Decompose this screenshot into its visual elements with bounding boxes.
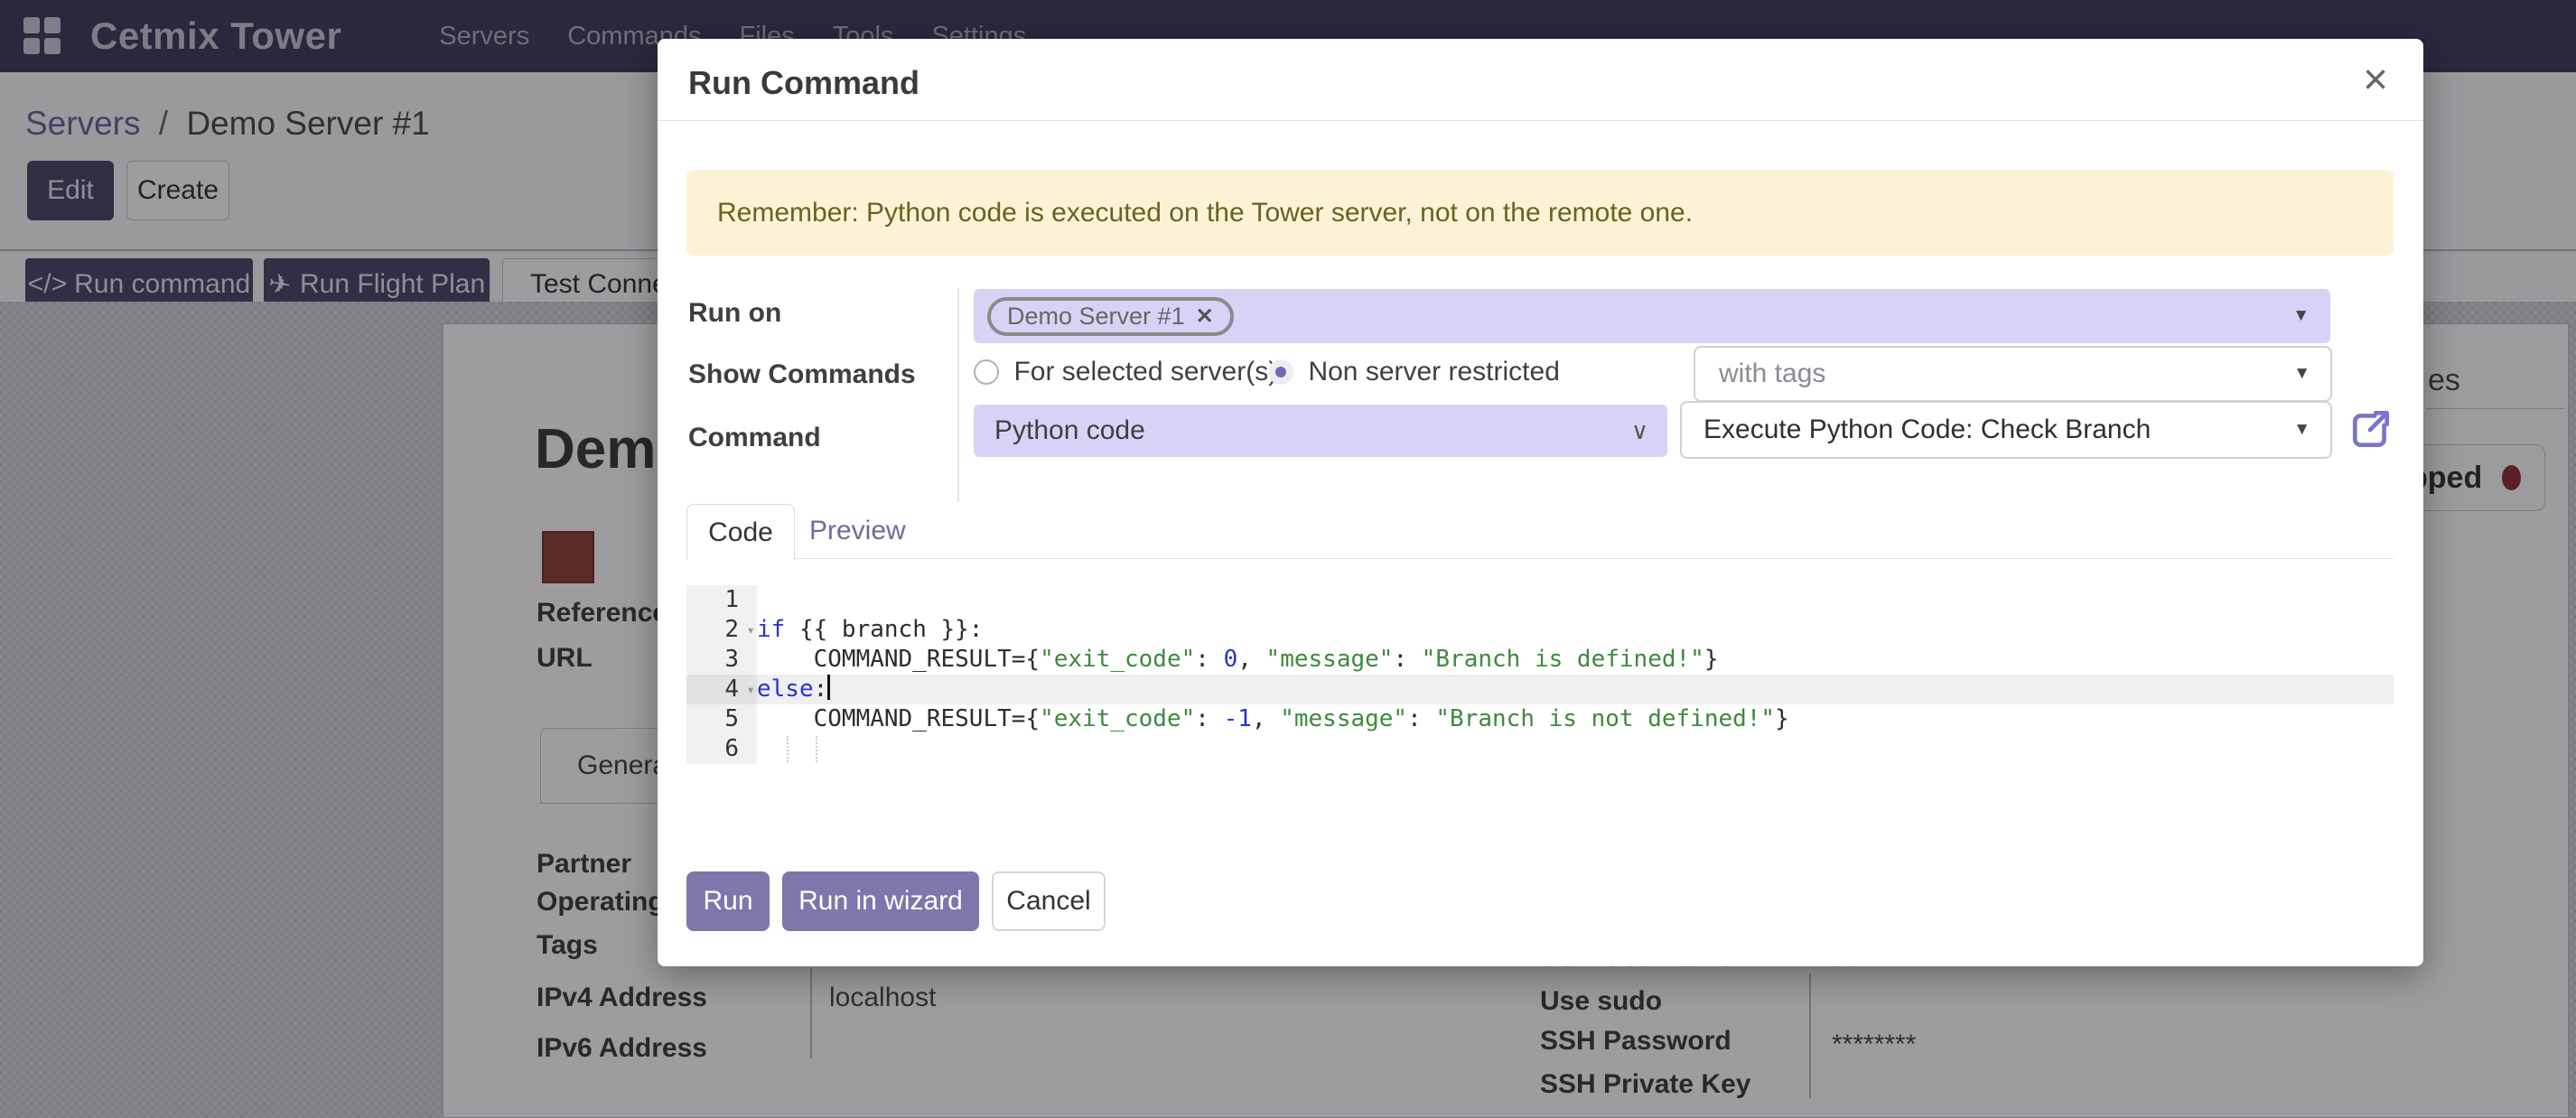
modal-header-divider: [658, 120, 2423, 121]
radio-for-selected-servers[interactable]: For selected server(s): [974, 357, 1277, 387]
modal-title: Run Command: [688, 64, 919, 102]
run-in-wizard-button[interactable]: Run in wizard: [782, 871, 979, 931]
code-line-1[interactable]: 1: [686, 585, 2394, 615]
chevron-down-icon: ▼: [2292, 306, 2329, 326]
line-number: 1: [686, 585, 757, 615]
code-line-2[interactable]: 2▾if {{ branch }}:: [686, 615, 2394, 645]
tabs-bottom-border: [793, 558, 2394, 559]
tab-code[interactable]: Code: [686, 504, 795, 560]
line-number: 3: [686, 645, 757, 675]
run-on-select[interactable]: Demo Server #1 ✕ ▼: [974, 289, 2330, 343]
run-button[interactable]: Run: [686, 871, 770, 931]
external-link-icon[interactable]: [2348, 406, 2394, 452]
radio-off-icon[interactable]: [974, 359, 999, 385]
run-command-modal: Run Command × Remember: Python code is e…: [658, 39, 2423, 966]
command-type-select[interactable]: Python code ∨: [974, 405, 1667, 457]
close-icon[interactable]: ×: [2363, 55, 2388, 105]
code-line-6[interactable]: 6: [686, 734, 2394, 764]
code-editor[interactable]: 12▾if {{ branch }}:3 COMMAND_RESULT={"ex…: [686, 585, 2394, 764]
with-tags-select[interactable]: with tags ▼: [1694, 346, 2332, 402]
fold-arrow-icon[interactable]: ▾: [746, 675, 755, 704]
text-cursor: [827, 675, 830, 700]
chevron-down-icon: ∨: [1631, 417, 1666, 445]
tab-preview[interactable]: Preview: [809, 516, 906, 546]
command-select[interactable]: Execute Python Code: Check Branch ▼: [1680, 401, 2332, 459]
run-on-label: Run on: [688, 298, 781, 329]
cancel-button[interactable]: Cancel: [992, 871, 1106, 931]
line-number: 6: [686, 734, 757, 764]
fold-arrow-icon[interactable]: ▾: [746, 615, 755, 645]
code-line-5[interactable]: 5 COMMAND_RESULT={"exit_code": -1, "mess…: [686, 704, 2394, 734]
indent-guide: [816, 736, 817, 762]
chevron-down-icon: ▼: [2293, 420, 2330, 440]
radio-on-icon[interactable]: [1268, 359, 1293, 385]
command-label: Command: [688, 423, 821, 453]
line-number: 2▾: [686, 615, 757, 645]
line-number: 4▾: [686, 675, 757, 704]
show-commands-label: Show Commands: [688, 359, 916, 390]
label-column-divider: [957, 288, 959, 501]
indent-guide: [787, 736, 789, 762]
chevron-down-icon: ▼: [2293, 364, 2330, 384]
server-tag-pill: Demo Server #1 ✕: [987, 297, 1234, 336]
line-number: 5: [686, 704, 757, 734]
radio-non-server-restricted[interactable]: Non server restricted: [1268, 357, 1560, 387]
code-line-4[interactable]: 4▾else:: [686, 675, 2394, 704]
python-warning-alert: Remember: Python code is executed on the…: [686, 170, 2394, 256]
code-line-3[interactable]: 3 COMMAND_RESULT={"exit_code": 0, "messa…: [686, 645, 2394, 675]
screen: Cetmix Tower ServersCommandsFilesToolsSe…: [0, 0, 2576, 1118]
remove-tag-icon[interactable]: ✕: [1196, 303, 1214, 330]
